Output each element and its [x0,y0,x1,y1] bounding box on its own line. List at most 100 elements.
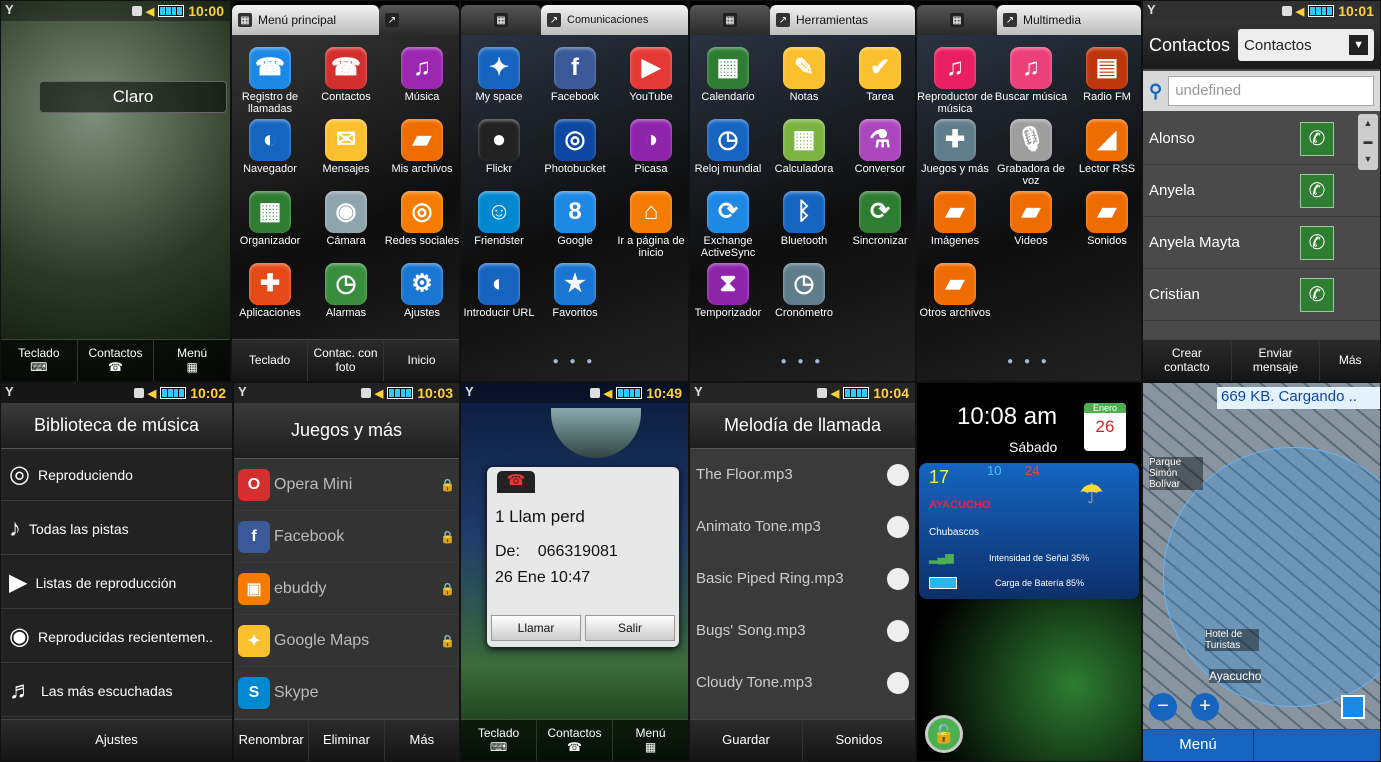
app-icon[interactable]: ◷ Cronómetro [766,263,842,320]
tab-communications[interactable]: ↗ Comunicaciones [541,5,688,35]
menu-button[interactable]: Menú ▦ [612,720,688,761]
ringtone-item[interactable]: Basic Piped Ring.mp3 [690,553,915,605]
radio-button[interactable] [887,619,909,642]
tab-tools[interactable]: ↗ Herramientas [770,5,915,35]
ringtone-item[interactable]: Cloudy Tone.mp3 [690,657,915,709]
radio-button[interactable] [887,567,909,590]
filter-select[interactable]: Contactos ▼ [1238,29,1374,61]
app-icon[interactable]: ◑ Picasa [613,119,688,176]
app-icon[interactable]: ◎ Redes sociales [384,191,459,248]
search-input[interactable]: undefined [1168,76,1374,106]
app-icon[interactable]: ⟳ Sincronizar [842,191,915,248]
contacts-button[interactable]: Contactos ☎ [536,720,612,761]
app-icon[interactable]: ☎ Contactos [308,47,384,104]
app-icon[interactable]: ◢ Lector RSS [1069,119,1141,176]
create-contact-button[interactable]: Crear contacto [1143,340,1231,381]
app-icon[interactable]: ● Flickr [461,119,537,176]
app-icon[interactable]: ♫ Música [384,47,459,104]
radio-button[interactable] [887,463,909,486]
exit-button[interactable]: Salir [585,615,675,641]
sounds-button[interactable]: Sonidos [802,720,915,761]
app-icon[interactable]: f Facebook [537,47,613,104]
keypad-button[interactable]: Teclado ⌨ [1,340,77,381]
app-icon[interactable]: ◎ Photobucket [537,119,613,176]
music-menu-item[interactable]: ♪ Todas las pistas [1,503,232,555]
app-icon[interactable]: ▰ Sonidos [1069,191,1141,248]
call-button[interactable]: Llamar [491,615,581,641]
app-icon[interactable]: ⚗ Conversor [842,119,915,176]
app-icon[interactable]: ♫ Buscar música [993,47,1069,104]
home-button[interactable]: Inicio [383,340,459,381]
delete-button[interactable]: Eliminar [308,720,383,761]
zoom-out-icon[interactable]: − [1149,693,1177,721]
app-icon[interactable]: ▦ Calendario [690,47,766,104]
save-button[interactable]: Guardar [690,720,802,761]
app-icon[interactable]: 8 Google [537,191,613,248]
tab-prev[interactable]: ▦ [461,5,541,35]
tab-prev[interactable]: ▦ [690,5,770,35]
app-icon[interactable]: ⧗ Temporizador [690,263,766,320]
app-icon[interactable]: ✚ Aplicaciones [232,263,308,320]
app-icon[interactable]: ✎ Notas [766,47,842,104]
ringtone-item[interactable]: Bugs' Song.mp3 [690,605,915,657]
scrollbar[interactable]: ▲ ▬ ▼ [1358,114,1378,170]
tab-multimedia[interactable]: ↗ Multimedia [997,5,1141,35]
app-list-item[interactable]: S Skype [234,667,459,719]
carrier-widget[interactable]: Claro [39,81,227,113]
contact-row[interactable]: Anyela Mayta ✆ [1143,217,1380,269]
ringtone-item[interactable]: Animato Tone.mp3 [690,501,915,553]
tab-next[interactable]: ↗ [379,5,459,35]
keypad-button[interactable]: Teclado ⌨ [461,720,536,761]
more-button[interactable]: Más [383,720,459,761]
app-icon[interactable]: ◐ Introducir URL [461,263,537,320]
app-list-item[interactable]: f Facebook 🔒 [234,511,459,563]
radio-button[interactable] [887,515,909,538]
app-list-item[interactable]: ▣ ebuddy 🔒 [234,563,459,615]
weather-widget[interactable]: 17 10 24 ☂ AYACUCHO Chubascos ▂▄▆ Intens… [919,463,1139,599]
menu-button[interactable]: Menú ▦ [153,340,230,381]
app-icon[interactable]: ⟳ Exchange ActiveSync [690,191,766,259]
contact-row[interactable]: Cristian ✆ [1143,269,1380,321]
app-icon[interactable]: ✦ My space [461,47,537,104]
ringtone-item[interactable]: The Floor.mp3 [690,449,915,501]
settings-button[interactable]: Ajustes [1,720,232,761]
call-icon[interactable]: ✆ [1300,225,1334,260]
app-icon[interactable]: ◷ Alarmas [308,263,384,320]
music-menu-item[interactable]: ♬ Las más escuchadas [1,665,232,717]
app-icon[interactable]: 🎙 Grabadora de voz [993,119,1069,187]
app-icon[interactable]: ☺ Friendster [461,191,537,248]
app-icon[interactable]: ▰ Mis archivos [384,119,459,176]
app-icon[interactable]: ▶ YouTube [613,47,688,104]
app-icon[interactable]: ᛒ Bluetooth [766,191,842,248]
call-icon[interactable]: ✆ [1300,173,1334,208]
app-icon[interactable]: ✔ Tarea [842,47,915,104]
app-icon[interactable]: ▰ Otros archivos [917,263,993,320]
app-icon[interactable]: ◉ Cámara [308,191,384,248]
app-icon[interactable]: ◷ Reloj mundial [690,119,766,176]
contacts-button[interactable]: Contactos ☎ [76,340,154,381]
app-icon[interactable]: ▰ Imágenes [917,191,993,248]
app-icon[interactable]: ▰ Videos [993,191,1069,248]
zoom-in-icon[interactable]: + [1191,693,1219,721]
tab-main-menu[interactable]: ▦ Menú principal [232,5,379,35]
location-icon[interactable] [1341,695,1365,719]
more-button[interactable]: Más [1319,340,1380,381]
contacts-photo-button[interactable]: Contac. con foto [307,340,383,381]
music-menu-item[interactable]: ◎ Reproduciendo [1,449,232,501]
app-icon[interactable]: ⌂ Ir a página de inicio [613,191,688,259]
app-icon[interactable]: ✉ Mensajes [308,119,384,176]
app-icon[interactable]: ▦ Organizador [232,191,308,248]
send-message-button[interactable]: Enviar mensaje [1230,340,1320,381]
keypad-button[interactable]: Teclado [232,340,307,381]
call-icon[interactable]: ✆ [1300,277,1334,312]
contact-row[interactable]: Alonso ✆ [1143,113,1380,165]
app-icon[interactable]: ☎ Registro de llamadas [232,47,308,115]
app-list-item[interactable]: ✦ Google Maps 🔒 [234,615,459,667]
music-menu-item[interactable]: ◉ Reproducidas recientemen.. [1,611,232,663]
app-icon[interactable]: ♫ Reproductor de música [917,47,993,115]
unlock-icon[interactable]: 🔓 [925,715,963,753]
calendar-widget[interactable]: Enero 26 [1084,403,1126,451]
call-icon[interactable]: ✆ [1300,121,1334,156]
app-icon[interactable]: ✚ Juegos y más [917,119,993,176]
radio-button[interactable] [887,671,909,694]
